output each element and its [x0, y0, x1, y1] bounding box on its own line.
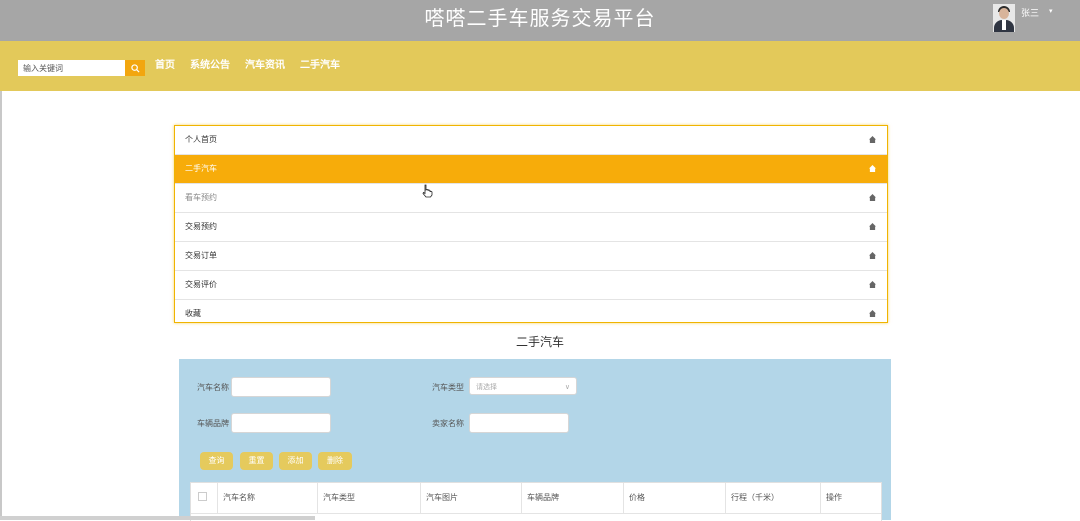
- menu-item-label: 交易订单: [185, 251, 217, 260]
- section-title: 二手汽车: [515, 335, 564, 349]
- car-name-label: 汽车名称: [197, 383, 229, 392]
- column-header: 车辆品牌: [522, 483, 624, 513]
- search-box: [18, 60, 145, 76]
- user-menu[interactable]: 张三 ▾: [993, 4, 1053, 34]
- home-icon: [869, 281, 876, 288]
- search-input[interactable]: [18, 60, 125, 76]
- column-header: 汽车类型: [318, 483, 421, 513]
- chevron-down-icon[interactable]: ▾: [1049, 7, 1053, 15]
- select-all-cell: [191, 483, 218, 513]
- user-center-menu: 个人首页 二手汽车 看车预约 交易预约 交易订单 交易评价 收藏: [174, 125, 888, 323]
- car-type-label: 汽车类型: [432, 383, 464, 392]
- nav-link-home[interactable]: 首页: [155, 59, 175, 73]
- nav-link-announcements[interactable]: 系统公告: [190, 59, 230, 73]
- search-submit-button[interactable]: 查询: [200, 452, 233, 470]
- menu-item-label: 看车预约: [185, 193, 217, 202]
- menu-item-profile[interactable]: 个人首页: [175, 126, 887, 155]
- nav-links: 首页 系统公告 汽车资讯 二手汽车: [155, 59, 355, 73]
- menu-item-label: 交易预约: [185, 222, 217, 231]
- home-icon: [869, 223, 876, 230]
- brand-field[interactable]: [231, 413, 331, 433]
- home-icon: [869, 136, 876, 143]
- site-title: 嗒嗒二手车服务交易平台: [424, 6, 656, 30]
- hand-cursor-icon: [422, 184, 433, 198]
- car-type-placeholder: 请选择: [476, 383, 497, 391]
- chevron-down-icon: ∨: [564, 383, 570, 391]
- search-icon: [130, 63, 140, 73]
- nav-link-car-news[interactable]: 汽车资讯: [245, 59, 285, 73]
- column-header: 汽车名称: [218, 483, 318, 513]
- menu-item-used-cars[interactable]: 二手汽车: [175, 155, 887, 184]
- table-divider: [191, 513, 881, 514]
- menu-item-label: 二手汽车: [185, 164, 217, 173]
- user-name[interactable]: 张三: [1021, 6, 1039, 19]
- menu-item-trade-reviews[interactable]: 交易评价: [175, 271, 887, 300]
- delete-button[interactable]: 删除: [318, 452, 352, 470]
- menu-item-favorites[interactable]: 收藏: [175, 300, 887, 328]
- horizontal-scrollbar[interactable]: [0, 516, 315, 520]
- car-name-field[interactable]: [231, 377, 331, 397]
- brand-label: 车辆品牌: [197, 419, 229, 428]
- select-all-checkbox[interactable]: [198, 492, 207, 501]
- reset-button[interactable]: 重置: [240, 452, 273, 470]
- seller-label: 卖家名称: [432, 419, 464, 428]
- menu-item-label: 交易评价: [185, 280, 217, 289]
- column-header: 操作: [826, 493, 842, 502]
- home-icon: [869, 165, 876, 172]
- add-button[interactable]: 添加: [279, 452, 312, 470]
- nav-link-used-cars[interactable]: 二手汽车: [300, 59, 340, 73]
- column-header: 汽车图片: [421, 483, 522, 513]
- menu-item-trade-orders[interactable]: 交易订单: [175, 242, 887, 271]
- avatar[interactable]: [993, 4, 1015, 32]
- home-icon: [869, 310, 876, 317]
- search-button[interactable]: [125, 60, 145, 76]
- left-border: [0, 91, 2, 520]
- menu-item-viewing-appointment[interactable]: 看车预约: [175, 184, 887, 213]
- menu-item-trade-appointment[interactable]: 交易预约: [175, 213, 887, 242]
- column-header: 价格: [624, 483, 726, 513]
- car-type-select[interactable]: 请选择 ∨: [469, 377, 577, 395]
- home-icon: [869, 194, 876, 201]
- home-icon: [869, 252, 876, 259]
- column-header: 行程（千米）: [726, 483, 821, 513]
- menu-item-label: 收藏: [185, 309, 201, 318]
- menu-item-label: 个人首页: [185, 135, 217, 144]
- seller-field[interactable]: [469, 413, 569, 433]
